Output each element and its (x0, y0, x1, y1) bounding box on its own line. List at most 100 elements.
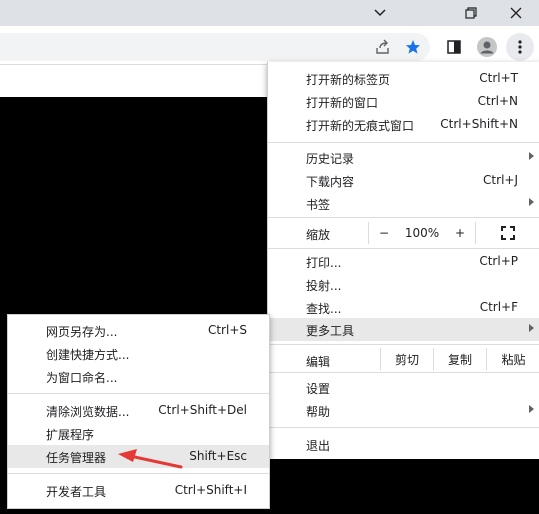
close-icon (510, 7, 522, 19)
plus-icon: + (454, 226, 466, 240)
fullscreen-icon (501, 226, 515, 240)
edit-label: 编辑 (306, 355, 331, 369)
menu-item-help[interactable]: 帮助 (268, 399, 539, 422)
copy-label: 复制 (447, 352, 472, 367)
share-icon (376, 39, 389, 54)
cut-button[interactable]: 剪切 (381, 348, 433, 370)
menu-item-label: 更多工具 (306, 324, 355, 338)
menu-item-new-incognito[interactable]: 打开新的无痕式窗口 Ctrl+Shift+N (268, 113, 539, 136)
submenu-arrow-icon (529, 152, 534, 160)
title-bar (0, 0, 539, 26)
menu-item-cast[interactable]: 投射... (268, 273, 539, 296)
tab-search-button[interactable] (357, 0, 403, 26)
fullscreen-button[interactable] (476, 222, 539, 244)
zoom-row: 缩放 − 100% + (268, 222, 539, 244)
submenu-item-label: 清除浏览数据... (46, 405, 130, 419)
menu-item-label: 退出 (306, 439, 331, 453)
menu-item-more-tools[interactable]: 更多工具 (268, 318, 539, 341)
menu-item-label: 帮助 (306, 405, 331, 419)
menu-item-shortcut: Ctrl+P (479, 254, 518, 268)
submenu-item-clear-data[interactable]: 清除浏览数据... Ctrl+Shift+Del (8, 399, 269, 422)
star-icon (406, 40, 420, 54)
submenu-divider (8, 393, 269, 394)
menu-item-new-tab[interactable]: 打开新的标签页 Ctrl+T (268, 67, 539, 90)
chrome-menu-button[interactable] (506, 33, 534, 61)
more-tools-submenu: 网页另存为... Ctrl+S 创建快捷方式... 为窗口命名... 清除浏览数… (7, 314, 270, 509)
submenu-item-task-manager[interactable]: 任务管理器 Shift+Esc (8, 445, 269, 468)
copy-button[interactable]: 复制 (434, 348, 486, 370)
menu-divider (268, 344, 539, 345)
minus-icon: − (378, 226, 390, 240)
submenu-item-label: 创建快捷方式... (46, 348, 130, 362)
submenu-item-label: 开发者工具 (46, 485, 107, 499)
submenu-item-dev-tools[interactable]: 开发者工具 Ctrl+Shift+I (8, 479, 269, 502)
menu-item-shortcut: Ctrl+T (479, 71, 518, 85)
submenu-item-save-page[interactable]: 网页另存为... Ctrl+S (8, 319, 269, 342)
menu-item-shortcut: Ctrl+Shift+N (440, 117, 518, 131)
menu-item-label: 打开新的窗口 (306, 96, 379, 110)
menu-divider (268, 217, 539, 218)
submenu-arrow-icon (529, 405, 534, 413)
menu-item-find[interactable]: 查找... Ctrl+F (268, 296, 539, 319)
zoom-level: 100% (399, 222, 445, 244)
bookmark-star-button[interactable] (400, 33, 426, 61)
share-button[interactable] (370, 33, 396, 61)
menu-item-exit[interactable]: 退出 (268, 433, 539, 456)
menu-item-print[interactable]: 打印... Ctrl+P (268, 250, 539, 273)
paste-label: 粘贴 (501, 352, 526, 367)
menu-item-shortcut: Ctrl+N (477, 94, 518, 108)
submenu-item-label: 网页另存为... (46, 325, 118, 339)
profile-button[interactable] (474, 33, 500, 61)
submenu-divider (8, 473, 269, 474)
zoom-value: 100% (404, 226, 440, 240)
edit-row: 编辑 剪切 复制 粘贴 (268, 348, 539, 370)
submenu-item-create-shortcut[interactable]: 创建快捷方式... (8, 342, 269, 365)
side-panel-icon (447, 40, 461, 54)
menu-item-shortcut: Ctrl+J (483, 173, 518, 187)
side-panel-button[interactable] (441, 33, 467, 61)
chevron-down-icon (374, 9, 386, 17)
submenu-item-name-window[interactable]: 为窗口命名... (8, 365, 269, 388)
chrome-main-menu: 打开新的标签页 Ctrl+T 打开新的窗口 Ctrl+N 打开新的无痕式窗口 C… (267, 62, 539, 459)
menu-item-label: 打开新的标签页 (306, 73, 391, 87)
menu-item-label: 设置 (306, 382, 331, 396)
submenu-item-extensions[interactable]: 扩展程序 (8, 422, 269, 445)
close-window-button[interactable] (493, 0, 539, 26)
menu-item-new-window[interactable]: 打开新的窗口 Ctrl+N (268, 90, 539, 113)
submenu-item-label: 任务管理器 (46, 451, 107, 465)
zoom-in-button[interactable]: + (445, 222, 475, 244)
submenu-item-label: 扩展程序 (46, 428, 95, 442)
submenu-arrow-icon (529, 198, 534, 206)
menu-item-history[interactable]: 历史记录 (268, 146, 539, 169)
menu-item-shortcut: Ctrl+F (479, 300, 518, 314)
cut-label: 剪切 (394, 352, 419, 367)
submenu-item-shortcut: Ctrl+Shift+Del (158, 403, 247, 417)
menu-item-downloads[interactable]: 下载内容 Ctrl+J (268, 169, 539, 192)
menu-divider (268, 372, 539, 373)
menu-item-label: 打印... (306, 256, 342, 270)
menu-divider (268, 142, 539, 143)
menu-item-label: 投射... (306, 279, 342, 293)
menu-item-label: 打开新的无痕式窗口 (306, 119, 415, 133)
menu-item-label: 书签 (306, 198, 331, 212)
address-bar[interactable] (0, 33, 430, 61)
submenu-item-label: 为窗口命名... (46, 371, 118, 385)
menu-item-settings[interactable]: 设置 (268, 376, 539, 399)
restore-button[interactable] (448, 0, 494, 26)
menu-item-label: 查找... (306, 302, 342, 316)
menu-item-label: 下载内容 (306, 175, 355, 189)
zoom-out-button[interactable]: − (369, 222, 399, 244)
menu-divider (268, 248, 539, 249)
submenu-item-shortcut: Ctrl+S (207, 323, 247, 337)
submenu-arrow-icon (529, 324, 534, 332)
menu-item-label: 历史记录 (306, 152, 355, 166)
submenu-item-shortcut: Shift+Esc (189, 449, 247, 463)
restore-icon (465, 7, 477, 19)
avatar-icon (477, 37, 497, 57)
paste-button[interactable]: 粘贴 (487, 348, 539, 370)
submenu-item-shortcut: Ctrl+Shift+I (174, 483, 247, 497)
three-dots-vertical-icon (518, 40, 522, 54)
menu-item-bookmarks[interactable]: 书签 (268, 192, 539, 215)
menu-divider (268, 427, 539, 428)
zoom-label: 缩放 (306, 228, 331, 242)
